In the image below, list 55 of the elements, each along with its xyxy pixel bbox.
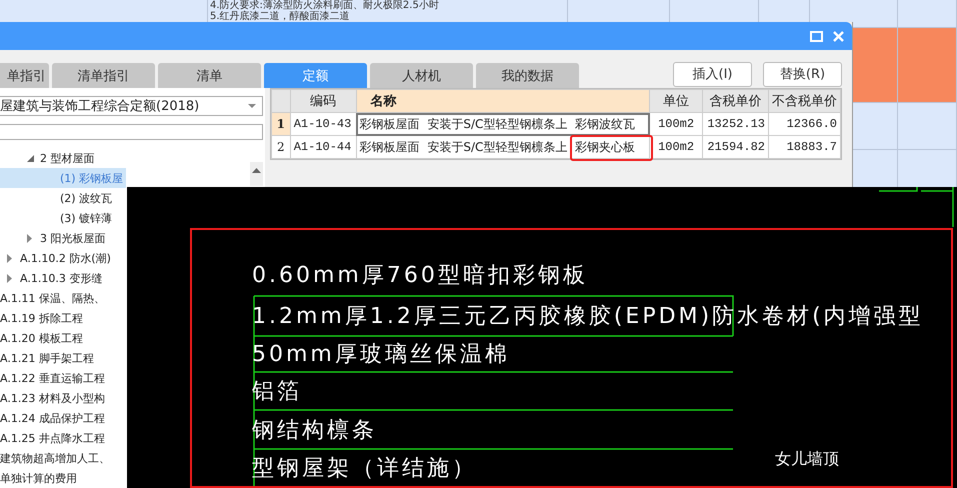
maximize-icon[interactable] <box>810 30 823 42</box>
tree-item[interactable]: (2) 波纹瓦 <box>0 188 126 208</box>
column-header[interactable]: 含税单价 <box>702 90 768 112</box>
column-header[interactable]: 编码 <box>290 90 356 112</box>
spreadsheet-note: 4.防火要求:薄涂型防火涂料刷面、耐火极限2.5小时 <box>210 0 440 11</box>
collapsed-triangle-icon[interactable] <box>7 274 12 282</box>
tree-item[interactable]: A.1.10.2 防水(潮) <box>0 248 126 268</box>
tree-item[interactable]: A.1.22 垂直运输工程 <box>0 368 126 388</box>
spreadsheet-note: 5.红丹底漆二道，醇酸面漆二道 <box>210 11 351 22</box>
tab[interactable]: 清单 <box>158 63 261 88</box>
tree-item[interactable]: A.1.11 保温、隔热、 <box>0 288 126 308</box>
table-cell: 21594.82 <box>702 136 768 158</box>
search-field[interactable] <box>0 124 263 140</box>
tree-item[interactable]: A.1.20 模板工程 <box>0 328 126 348</box>
tree-item[interactable]: (3) 镀锌薄 <box>0 208 126 228</box>
library-dropdown[interactable]: 屋建筑与装饰工程综合定额(2018) <box>0 96 263 116</box>
table-cell: 13252.13 <box>702 112 768 136</box>
tree-item[interactable]: A.1.24 成品保护工程 <box>0 408 126 428</box>
row-number[interactable]: 2 <box>272 136 290 158</box>
tree-item[interactable]: A.1.10.3 变形缝 <box>0 268 126 288</box>
parapet-note: 女儿墙顶 <box>775 449 839 470</box>
dialog-button[interactable]: 替换(R) <box>763 62 842 86</box>
table-cell: 18883.7 <box>768 136 840 158</box>
tree-item[interactable]: A.1.23 材料及小型构 <box>0 388 126 408</box>
column-header[interactable]: 单位 <box>650 90 703 112</box>
collapsed-triangle-icon[interactable] <box>7 254 12 262</box>
table-cell: 12366.0 <box>768 112 840 136</box>
tab[interactable]: 单指引 <box>0 63 49 88</box>
column-header[interactable]: 名称 <box>356 90 650 112</box>
spreadsheet-cell <box>898 0 957 28</box>
close-icon[interactable] <box>833 30 844 42</box>
expanded-triangle-icon[interactable] <box>27 154 34 162</box>
scrollbar[interactable] <box>250 162 263 186</box>
tree-item[interactable]: 建筑物超高增加人工、 <box>0 448 126 468</box>
table-cell: 彩钢板屋面 安装于S/C型轻型钢檩条上 彩钢夹心板 <box>356 136 650 158</box>
table-cell: 100m2 <box>650 136 703 158</box>
table-cell: 彩钢板屋面 安装于S/C型轻型钢檩条上 彩钢波纹瓦 <box>356 112 650 136</box>
table-cell: A1-10-44 <box>290 136 356 158</box>
column-header[interactable]: 不含税单价 <box>768 90 840 112</box>
tree-item[interactable]: A.1.21 脚手架工程 <box>0 348 126 368</box>
tree-item[interactable]: A.1.19 拆除工程 <box>0 308 126 328</box>
tab[interactable]: 清单指引 <box>52 63 155 88</box>
collapsed-triangle-icon[interactable] <box>27 234 32 242</box>
scroll-up-arrow-icon[interactable] <box>250 166 263 174</box>
table-cell: 100m2 <box>650 112 703 136</box>
row-number[interactable]: 1 <box>272 112 290 136</box>
tree-item[interactable]: 3 阳光板屋面 <box>0 228 126 248</box>
tree-item[interactable]: A.1.25 井点降水工程 <box>0 428 126 448</box>
layer-label: 0.60mm厚760型暗扣彩钢板 <box>252 262 588 290</box>
dropdown-caret-icon <box>248 104 256 108</box>
tree-item[interactable]: 单独计算的费用 <box>0 468 126 488</box>
dialog-button[interactable]: 插入(I) <box>673 62 752 86</box>
tree-item[interactable]: 2 型材屋面 <box>0 148 126 168</box>
tab[interactable]: 我的数据 <box>476 63 579 88</box>
tab[interactable]: 人材机 <box>370 63 473 88</box>
